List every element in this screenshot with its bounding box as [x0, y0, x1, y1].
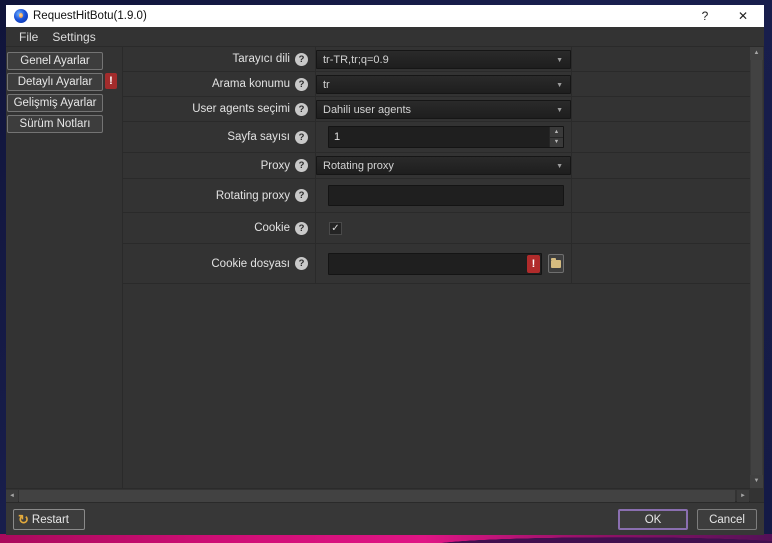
- help-icon[interactable]: ?: [295, 53, 308, 66]
- sidebar-tab-detayli-ayarlar[interactable]: Detaylı Ayarlar: [7, 73, 103, 91]
- menu-item-file[interactable]: File: [12, 27, 45, 46]
- cancel-button[interactable]: Cancel: [697, 509, 757, 530]
- browse-file-button[interactable]: [548, 254, 564, 273]
- restart-icon: ↻: [18, 513, 29, 526]
- scroll-left-icon[interactable]: ◄: [6, 490, 18, 502]
- form-row-tarayici-dili: Tarayıcı dili ? tr-TR,tr;q=0.9 ▼: [123, 47, 750, 72]
- sidebar-tab-genel-ayarlar[interactable]: Genel Ayarlar: [7, 52, 103, 70]
- field-label: Proxy: [261, 160, 290, 172]
- horizontal-scrollbar[interactable]: ◄ ►: [6, 488, 750, 502]
- field-label: Arama konumu: [212, 78, 290, 90]
- help-icon[interactable]: ?: [295, 78, 308, 91]
- scroll-right-icon[interactable]: ►: [737, 490, 749, 502]
- page-count-spinner: ▲ ▼: [328, 126, 564, 148]
- field-label: Sayfa sayısı: [227, 131, 290, 143]
- selected-value: tr: [323, 79, 330, 91]
- ok-button[interactable]: OK: [618, 509, 688, 530]
- field-label: Cookie dosyası: [211, 258, 290, 270]
- sidebar: Genel Ayarlar Detaylı Ayarlar ! Gelişmiş…: [6, 47, 123, 488]
- chevron-down-icon: ▼: [556, 82, 563, 89]
- form-row-arama-konumu: Arama konumu ? tr ▼: [123, 72, 750, 97]
- app-icon: [14, 9, 28, 23]
- selected-value: tr-TR,tr;q=0.9: [323, 54, 389, 66]
- footer-bar: ↻ Restart OK Cancel: [6, 502, 764, 535]
- horizontal-scrollbar-thumb[interactable]: [19, 490, 735, 502]
- sidebar-tab-surum-notlari[interactable]: Sürüm Notları: [7, 115, 103, 133]
- search-location-select[interactable]: tr ▼: [316, 75, 571, 94]
- chevron-down-icon: ▼: [556, 57, 563, 64]
- browser-language-select[interactable]: tr-TR,tr;q=0.9 ▼: [316, 50, 571, 69]
- help-icon[interactable]: ?: [295, 103, 308, 116]
- spin-down-button[interactable]: ▼: [549, 138, 563, 148]
- help-icon[interactable]: ?: [295, 159, 308, 172]
- window-close-button[interactable]: ✕: [730, 5, 756, 27]
- form-row-proxy: Proxy ? Rotating proxy ▼: [123, 153, 750, 179]
- wallpaper-magenta-strip: [0, 534, 772, 543]
- field-label: Cookie: [254, 222, 290, 234]
- folder-icon: [551, 260, 561, 268]
- chevron-down-icon: ▼: [556, 107, 563, 114]
- page-count-input[interactable]: [328, 126, 564, 148]
- error-indicator-badge: !: [105, 73, 117, 89]
- user-agents-select[interactable]: Dahili user agents ▼: [316, 100, 571, 119]
- scroll-up-icon[interactable]: ▲: [750, 47, 763, 60]
- title-bar: RequestHitBotu(1.9.0) ? ✕: [6, 5, 764, 27]
- app-window: RequestHitBotu(1.9.0) ? ✕ File Settings …: [6, 5, 764, 535]
- form-row-cookie-dosyasi: Cookie dosyası ? !: [123, 244, 750, 284]
- settings-form: Tarayıcı dili ? tr-TR,tr;q=0.9 ▼ Arama k…: [123, 47, 750, 284]
- selected-value: Dahili user agents: [323, 104, 411, 116]
- form-row-user-agents: User agents seçimi ? Dahili user agents …: [123, 97, 750, 122]
- window-title: RequestHitBotu(1.9.0): [33, 5, 147, 27]
- chevron-down-icon: ▼: [556, 163, 563, 170]
- help-icon[interactable]: ?: [295, 222, 308, 235]
- spin-up-button[interactable]: ▲: [549, 127, 563, 138]
- selected-value: Rotating proxy: [323, 160, 394, 172]
- form-row-sayfa-sayisi: Sayfa sayısı ? ▲ ▼: [123, 122, 750, 153]
- vertical-scrollbar-thumb[interactable]: [751, 60, 762, 476]
- menu-bar: File Settings: [6, 27, 764, 46]
- sidebar-tab-gelismis-ayarlar[interactable]: Gelişmiş Ayarlar: [7, 94, 103, 112]
- field-label: Tarayıcı dili: [232, 53, 290, 65]
- cookie-file-input[interactable]: [328, 253, 542, 275]
- help-icon[interactable]: ?: [295, 257, 308, 270]
- menu-item-settings[interactable]: Settings: [45, 27, 102, 46]
- main-area: Genel Ayarlar Detaylı Ayarlar ! Gelişmiş…: [6, 46, 764, 488]
- restart-label: Restart: [32, 514, 69, 526]
- window-help-button[interactable]: ?: [692, 5, 718, 27]
- restart-button[interactable]: ↻ Restart: [13, 509, 85, 530]
- vertical-scrollbar[interactable]: ▲ ▼: [750, 47, 763, 488]
- form-row-cookie: Cookie ? ✓: [123, 213, 750, 244]
- field-label: Rotating proxy: [216, 190, 290, 202]
- help-icon[interactable]: ?: [295, 131, 308, 144]
- error-icon: !: [527, 255, 540, 273]
- help-icon[interactable]: ?: [295, 189, 308, 202]
- cookie-file-field: !: [328, 253, 542, 275]
- cookie-checkbox[interactable]: ✓: [329, 222, 342, 235]
- desktop-background: RequestHitBotu(1.9.0) ? ✕ File Settings …: [0, 0, 772, 543]
- scroll-down-icon[interactable]: ▼: [750, 475, 763, 488]
- proxy-select[interactable]: Rotating proxy ▼: [316, 156, 571, 175]
- form-row-rotating-proxy: Rotating proxy ?: [123, 179, 750, 213]
- field-label: User agents seçimi: [192, 103, 290, 115]
- rotating-proxy-input[interactable]: [328, 185, 564, 206]
